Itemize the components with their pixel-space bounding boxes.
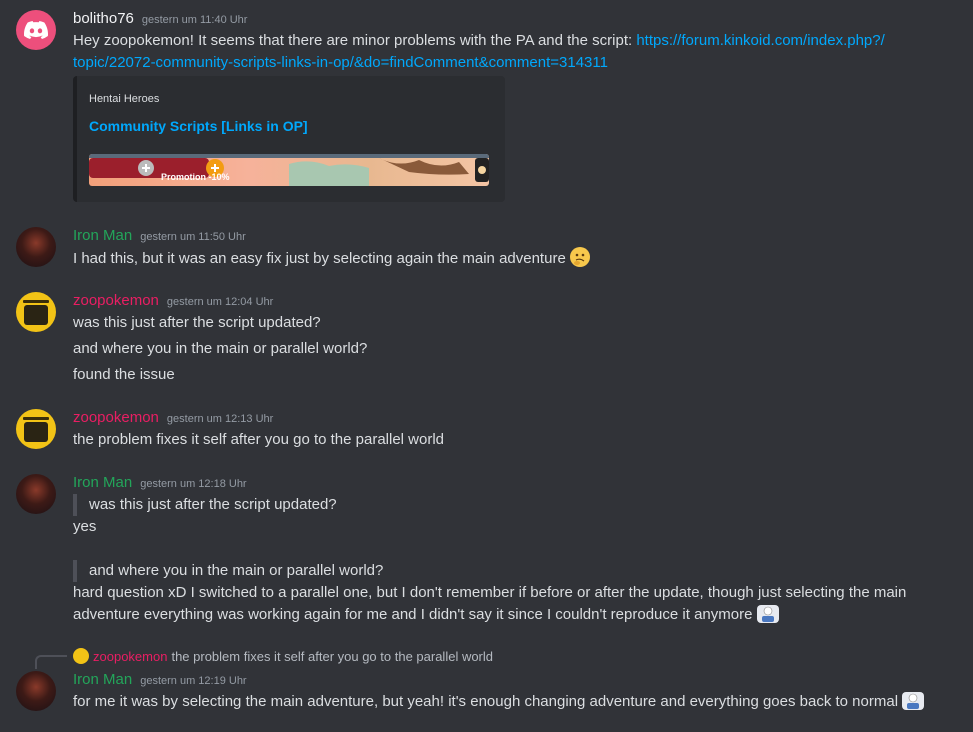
timestamp[interactable]: gestern um 12:19 Uhr bbox=[140, 675, 246, 687]
link-embed: Hentai Heroes Community Scripts [Links i… bbox=[73, 76, 505, 202]
message-text: the problem fixes it self after you go t… bbox=[73, 431, 445, 448]
avatar[interactable] bbox=[16, 409, 56, 449]
embed-image-caption: Promotion -10% bbox=[161, 172, 230, 182]
embed-image-art bbox=[89, 154, 489, 186]
reply-author[interactable]: zoopokemon bbox=[93, 649, 167, 664]
author-name[interactable]: zoopokemon bbox=[73, 292, 159, 309]
embed-image[interactable]: Promotion -10% bbox=[89, 154, 489, 186]
block-quote: and where you in the main or parallel wo… bbox=[73, 560, 383, 582]
avatar[interactable] bbox=[16, 474, 56, 514]
embed-provider[interactable]: Hentai Heroes bbox=[89, 93, 159, 105]
message-text: I had this, but it was an easy fix just … bbox=[73, 247, 590, 270]
message-text: for me it was by selecting the main adve… bbox=[73, 691, 925, 713]
avatar[interactable] bbox=[16, 292, 56, 332]
custom-emoji-icon bbox=[756, 605, 779, 623]
reply-reference[interactable]: zoopokemon the problem fixes it self aft… bbox=[73, 648, 493, 664]
author-name[interactable]: Iron Man bbox=[73, 474, 132, 491]
message-text: Hey zoopokemon! It seems that there are … bbox=[73, 32, 885, 49]
timestamp[interactable]: gestern um 11:40 Uhr bbox=[142, 14, 248, 26]
timestamp[interactable]: gestern um 11:50 Uhr bbox=[140, 231, 246, 243]
timestamp[interactable]: gestern um 12:18 Uhr bbox=[140, 478, 246, 490]
reply-avatar bbox=[73, 648, 89, 664]
discord-icon bbox=[24, 21, 48, 39]
block-quote: was this just after the script updated? bbox=[73, 494, 337, 516]
avatar[interactable] bbox=[16, 671, 56, 711]
message-text: was this just after the script updated? bbox=[73, 314, 321, 331]
custom-emoji-icon bbox=[902, 692, 925, 710]
author-name[interactable]: Iron Man bbox=[73, 227, 132, 244]
message-link-continued[interactable]: topic/22072-community-scripts-links-in-o… bbox=[73, 52, 608, 74]
author-name[interactable]: zoopokemon bbox=[73, 409, 159, 426]
author-name[interactable]: Iron Man bbox=[73, 671, 132, 688]
message-text: yes bbox=[73, 518, 97, 535]
embed-title[interactable]: Community Scripts [Links in OP] bbox=[89, 118, 308, 134]
avatar[interactable] bbox=[16, 10, 56, 50]
timestamp[interactable]: gestern um 12:04 Uhr bbox=[167, 296, 273, 308]
avatar[interactable] bbox=[16, 227, 56, 267]
message-text: adventure everything was working again f… bbox=[73, 604, 779, 626]
timestamp[interactable]: gestern um 12:13 Uhr bbox=[167, 413, 273, 425]
message-text: found the issue bbox=[73, 366, 175, 383]
message-text: and where you in the main or parallel wo… bbox=[73, 340, 368, 357]
author-name[interactable]: bolitho76 bbox=[73, 10, 134, 27]
reply-text[interactable]: the problem fixes it self after you go t… bbox=[171, 649, 493, 664]
thinking-face-icon bbox=[569, 247, 590, 267]
message-text: hard question xD I switched to a paralle… bbox=[73, 584, 907, 601]
message-link[interactable]: https://forum.kinkoid.com/index.php?/ bbox=[636, 32, 884, 49]
reply-connector bbox=[35, 655, 67, 669]
